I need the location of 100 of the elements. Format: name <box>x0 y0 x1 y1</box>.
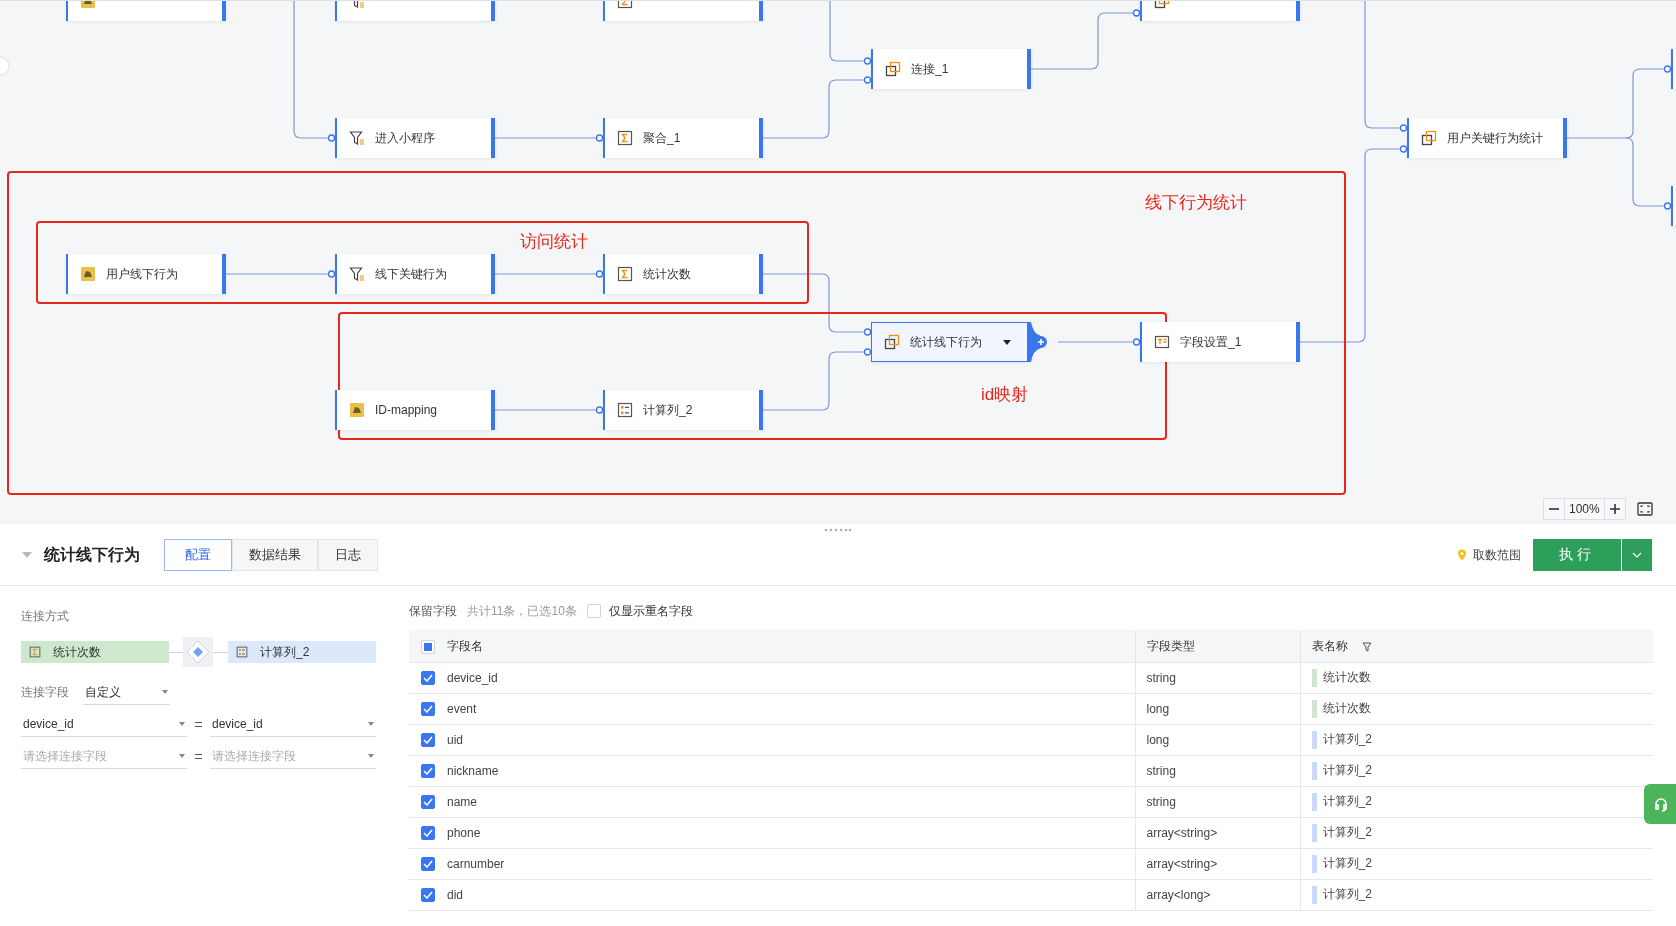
field-type: array<string> <box>1146 856 1218 871</box>
input-port[interactable] <box>595 134 604 142</box>
add-handle[interactable] <box>1031 322 1049 362</box>
source-label: 统计次数 <box>53 644 101 661</box>
field-name: did <box>447 887 463 902</box>
field-name: uid <box>447 732 463 747</box>
checkmark-icon <box>423 705 433 714</box>
input-port[interactable] <box>863 57 872 65</box>
row-checkbox[interactable] <box>421 671 435 686</box>
sigma-icon <box>29 646 41 658</box>
section-label: 保留字段 <box>409 603 457 620</box>
node-label: 进入小程序 <box>375 130 435 147</box>
field-name: nickname <box>447 763 499 778</box>
field-type: string <box>1146 670 1176 685</box>
field-select[interactable]: device_id <box>210 711 376 737</box>
field-name: phone <box>447 825 481 840</box>
input-port[interactable] <box>1132 9 1141 17</box>
tab[interactable]: 配置 <box>164 538 232 571</box>
overlapping-squares-icon <box>885 61 901 77</box>
field-type: string <box>1146 763 1176 778</box>
checkmark-icon <box>423 736 433 745</box>
column-header: 表名称 <box>1311 638 1348 653</box>
flow-node[interactable]: ID-mapping <box>335 390 495 430</box>
input-port[interactable] <box>1663 202 1672 210</box>
flow-node[interactable]: 统计线下行为 <box>871 322 1031 362</box>
row-checkbox[interactable] <box>421 733 435 748</box>
collapse-handle[interactable] <box>0 56 10 76</box>
table-name: 计算列_2 <box>1322 794 1372 809</box>
checkbox-label: 仅显示重名字段 <box>608 603 693 620</box>
field-type: long <box>1146 701 1170 716</box>
checkmark-icon <box>423 798 433 807</box>
input-port[interactable] <box>1663 65 1672 73</box>
range-link[interactable]: 取数范围 <box>1473 545 1521 564</box>
equals-icon <box>195 753 202 759</box>
annotation-label: 线下行为统计 <box>1145 192 1247 214</box>
checkmark-icon <box>423 767 433 776</box>
flow-node[interactable]: 用户关键行为统计 <box>1407 118 1567 158</box>
field-type: long <box>1146 732 1170 747</box>
row-checkbox[interactable] <box>421 702 435 717</box>
flow-node[interactable]: 用户线下行为 <box>66 254 226 294</box>
filter-icon[interactable] <box>1361 641 1372 652</box>
zoom-level: 100% <box>1564 498 1605 520</box>
input-port[interactable] <box>1399 124 1408 132</box>
row-checkbox[interactable] <box>421 826 435 841</box>
annotation-label: id映射 <box>981 384 1029 406</box>
flow-node[interactable]: 字段设置_1 <box>1140 322 1300 362</box>
join-type-icon[interactable] <box>183 637 213 667</box>
join-mode-select[interactable]: 自定义 <box>83 679 170 705</box>
run-options-button[interactable] <box>1621 538 1652 571</box>
column-header: 字段名 <box>447 638 483 653</box>
field-name: carnumber <box>447 856 505 871</box>
tab[interactable]: 日志 <box>318 538 378 571</box>
resize-grip-icon[interactable] <box>824 528 852 532</box>
dotted-square-icon <box>617 402 633 418</box>
input-port[interactable] <box>863 348 872 356</box>
table-name: 计算列_2 <box>1322 825 1372 840</box>
field-name: event <box>447 701 477 716</box>
table-name: 统计次数 <box>1322 701 1371 716</box>
row-checkbox[interactable] <box>421 888 435 903</box>
input-port[interactable] <box>595 270 604 278</box>
source-label: 计算列_2 <box>260 644 310 661</box>
fit-screen-icon[interactable] <box>1637 502 1653 516</box>
flow-node[interactable]: 聚合_1 <box>603 118 763 158</box>
overlapping-squares-icon <box>1421 130 1437 146</box>
input-port[interactable] <box>595 406 604 414</box>
row-checkbox[interactable] <box>421 857 435 872</box>
input-port[interactable] <box>327 134 336 142</box>
field-select[interactable]: device_id <box>21 711 187 737</box>
checkbox[interactable] <box>586 604 601 618</box>
checkmark-icon <box>423 891 433 900</box>
caret-icon[interactable] <box>1003 339 1011 345</box>
support-button[interactable] <box>1644 784 1676 824</box>
tab[interactable]: 数据结果 <box>232 538 318 571</box>
input-port[interactable] <box>863 76 872 84</box>
select-all-checkbox[interactable] <box>421 639 435 654</box>
node-label: 计算列_2 <box>643 402 693 419</box>
flow-node[interactable]: 线下关键行为 <box>335 254 495 294</box>
input-port[interactable] <box>327 270 336 278</box>
field-type: array<string> <box>1146 825 1218 840</box>
flow-node[interactable]: 连接_1 <box>871 49 1031 89</box>
input-port[interactable] <box>1399 145 1408 153</box>
flow-node[interactable]: 进入小程序 <box>335 118 495 158</box>
table-name: 计算列_2 <box>1322 763 1372 778</box>
field-name: name <box>447 794 478 809</box>
input-port[interactable] <box>1132 338 1141 346</box>
field-type: array<long> <box>1146 887 1211 902</box>
field-type: string <box>1146 794 1176 809</box>
flow-node[interactable]: 统计次数 <box>603 254 763 294</box>
table-name: 计算列_2 <box>1322 856 1372 871</box>
row-checkbox[interactable] <box>421 764 435 779</box>
funnel-icon <box>349 130 365 146</box>
input-port[interactable] <box>863 328 872 336</box>
overlapping-squares-icon <box>884 334 900 350</box>
headset-icon <box>1653 796 1669 812</box>
node-label: 统计次数 <box>643 266 691 283</box>
equals-icon <box>195 721 202 727</box>
flow-node[interactable]: 计算列_2 <box>603 390 763 430</box>
tile-icon <box>349 402 365 418</box>
node-label: 聚合_1 <box>643 130 681 147</box>
row-checkbox[interactable] <box>421 795 435 810</box>
